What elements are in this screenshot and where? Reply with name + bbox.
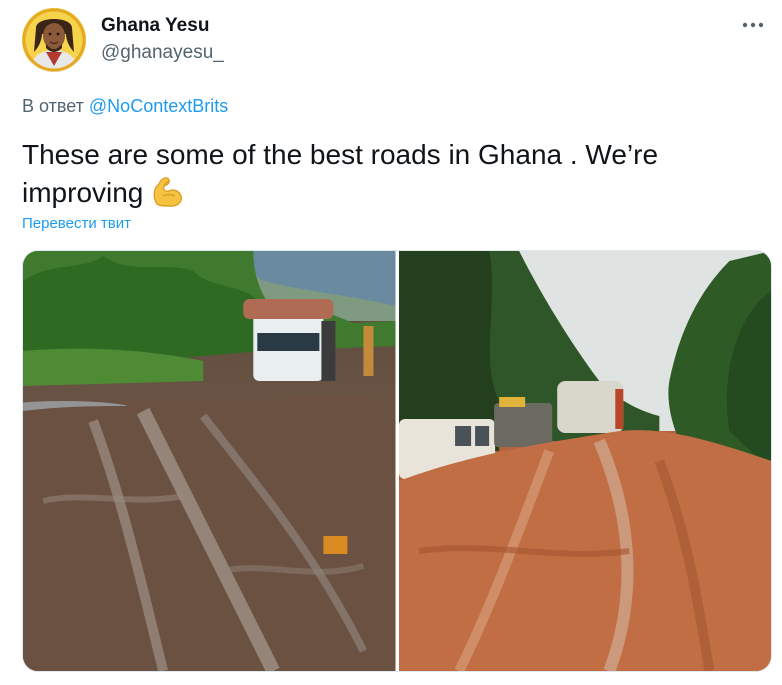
user-avatar[interactable] bbox=[22, 8, 86, 72]
photo-muddy-road-left[interactable] bbox=[23, 251, 396, 671]
tweet: Ghana Yesu @ghanayesu_ В ответ @NoContex… bbox=[0, 0, 782, 685]
flexed-biceps-icon bbox=[149, 174, 185, 208]
reply-context: В ответ @NoContextBrits bbox=[22, 96, 228, 117]
translate-tweet-link[interactable]: Перевести твит bbox=[22, 215, 131, 232]
more-horizontal-icon[interactable] bbox=[742, 18, 764, 32]
author-handle[interactable]: @ghanayesu_ bbox=[101, 42, 224, 64]
tweet-media-grid bbox=[22, 250, 772, 672]
reply-prefix: В ответ bbox=[22, 96, 84, 116]
reply-to-handle-link[interactable]: @NoContextBrits bbox=[89, 96, 228, 116]
avatar-portrait-icon bbox=[22, 8, 86, 72]
muddy-road-left-image-icon bbox=[23, 251, 396, 671]
author-display-name[interactable]: Ghana Yesu bbox=[101, 15, 209, 37]
photo-muddy-road-right[interactable] bbox=[398, 251, 771, 671]
tweet-text-line1: These are some of the best roads in Ghan… bbox=[22, 139, 659, 170]
tweet-text: These are some of the best roads in Ghan… bbox=[22, 136, 742, 212]
muddy-road-right-image-icon bbox=[398, 251, 771, 671]
tweet-text-line2: improving bbox=[22, 177, 144, 208]
